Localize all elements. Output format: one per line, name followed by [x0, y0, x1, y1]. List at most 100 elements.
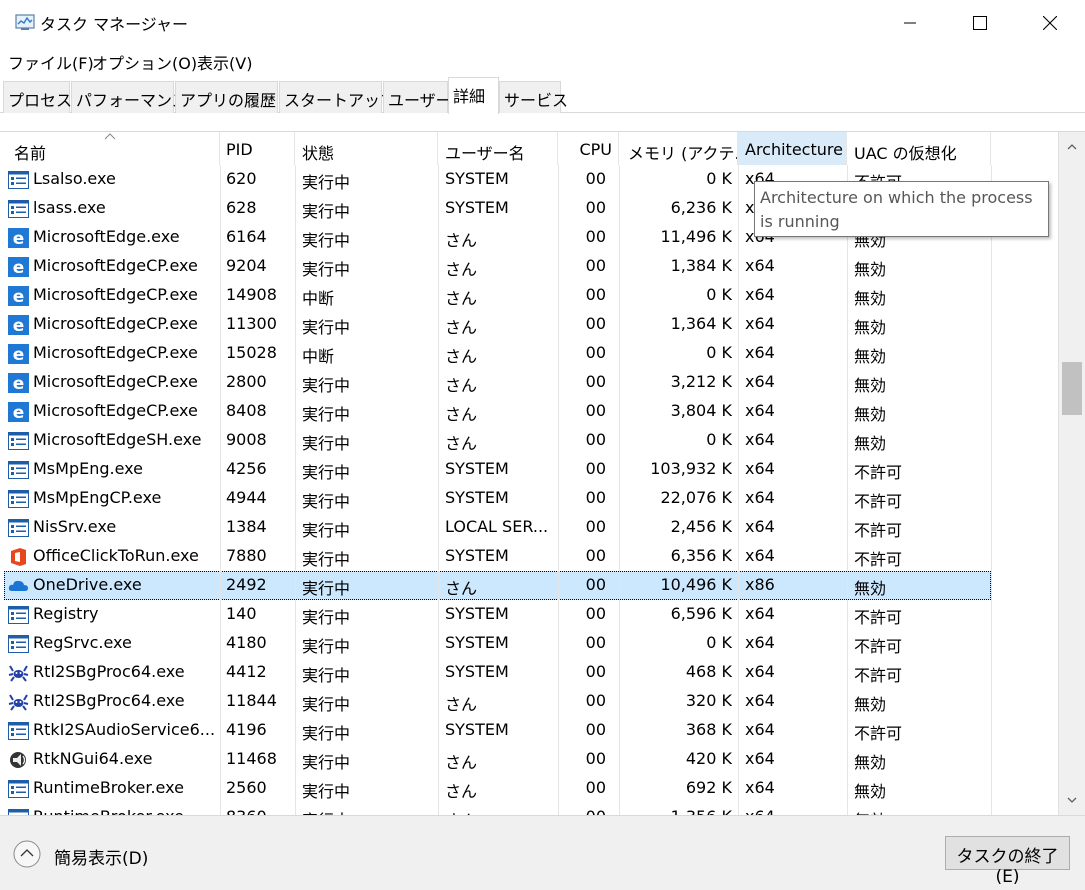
table-row[interactable]: e MicrosoftEdgeCP.exe 11300 実行中 さん 00 1,364 K x…	[0, 310, 1058, 339]
svg-text:e: e	[13, 316, 25, 335]
table-row[interactable]: OneDrive.exe 2492 実行中 さん 00 10,496 K x86 無効	[4, 571, 991, 600]
process-cpu: 00	[585, 198, 606, 217]
process-memory: 1,384 K	[670, 256, 732, 275]
end-task-button[interactable]: タスクの終了(E)	[945, 836, 1070, 887]
column-header-memory[interactable]: メモリ (アクテ...	[619, 132, 738, 165]
maximize-button[interactable]	[945, 0, 1015, 45]
menu-view[interactable]: 表示(V)	[197, 50, 252, 74]
process-state: 中断	[302, 347, 335, 366]
process-memory: 3,212 K	[670, 372, 732, 391]
table-row[interactable]: e MicrosoftEdgeCP.exe 9204 実行中 さん 00 1,384 K x6…	[0, 252, 1058, 281]
process-pid: 11468	[226, 749, 277, 768]
table-row[interactable]: RtkI2SAudioService6... 4196 実行中 SYSTEM 00 368…	[0, 716, 1058, 745]
process-architecture: x64	[745, 662, 775, 681]
table-row[interactable]: e MicrosoftEdgeCP.exe 14908 中断 さん 00 0 K x64 無効	[0, 281, 1058, 310]
column-header-name[interactable]: 名前	[0, 132, 220, 165]
process-memory: 320 K	[685, 691, 732, 710]
column-header-state[interactable]: 状態	[295, 132, 438, 165]
table-row[interactable]: MicrosoftEdgeSH.exe 9008 実行中 さん 00 0 K x64 無効	[0, 426, 1058, 455]
process-memory: 1,364 K	[670, 314, 732, 333]
close-icon	[1043, 15, 1057, 30]
tab-performance[interactable]: パフォーマンス	[71, 81, 188, 113]
process-cpu: 00	[585, 285, 606, 304]
scrollbar-thumb[interactable]	[1062, 362, 1082, 415]
process-user: さん	[445, 695, 478, 714]
edge-icon: e	[8, 315, 29, 335]
process-uac: 不許可	[854, 550, 903, 569]
column-header-architecture[interactable]: Architecture	[738, 132, 847, 165]
window-app-icon	[8, 722, 29, 740]
process-user: さん	[445, 260, 478, 279]
column-header-user[interactable]: ユーザー名	[438, 132, 558, 165]
process-memory: 692 K	[685, 778, 732, 797]
table-row[interactable]: Registry 140 実行中 SYSTEM 00 6,596 K x64 不許可	[0, 600, 1058, 629]
table-row[interactable]: RuntimeBroker.exe 8360 実行中 さん 00 1,356 K x64 無効	[0, 803, 1058, 815]
table-row[interactable]: e MicrosoftEdgeCP.exe 2800 実行中 さん 00 3,212 K x6…	[0, 368, 1058, 397]
column-header-cpu[interactable]: CPU	[558, 132, 619, 165]
process-uac: 無効	[854, 753, 887, 772]
process-state: 実行中	[302, 260, 351, 279]
process-user: さん	[445, 318, 478, 337]
maximize-icon	[973, 15, 987, 30]
edge-icon: e	[8, 344, 29, 364]
process-memory: 368 K	[685, 720, 732, 739]
table-row[interactable]: e MicrosoftEdgeCP.exe 8408 実行中 さん 00 3,804 K x6…	[0, 397, 1058, 426]
process-architecture: x86	[745, 575, 775, 594]
tab-processes[interactable]: プロセス	[3, 81, 72, 113]
column-divider	[558, 165, 559, 815]
process-cpu: 00	[585, 372, 606, 391]
table-row[interactable]: OfficeClickToRun.exe 7880 実行中 SYSTEM 00 6,356…	[0, 542, 1058, 571]
process-user: SYSTEM	[445, 546, 509, 565]
fewer-details-chevron-icon[interactable]	[12, 839, 42, 869]
window-app-icon	[8, 432, 29, 450]
process-pid: 8408	[226, 401, 267, 420]
tab-startup[interactable]: スタートアップ	[279, 81, 396, 113]
process-name: RuntimeBroker.exe	[33, 778, 184, 797]
process-name: MicrosoftEdgeCP.exe	[33, 256, 198, 275]
column-divider	[738, 165, 739, 815]
scroll-down-button[interactable]	[1059, 785, 1085, 815]
table-row[interactable]: NisSrv.exe 1384 実行中 LOCAL SER... 00 2,456 K x6…	[0, 513, 1058, 542]
minimize-button[interactable]	[875, 0, 945, 45]
scroll-up-button[interactable]	[1059, 132, 1085, 162]
tab-app-history[interactable]: アプリの履歴	[175, 81, 278, 113]
sort-ascending-icon	[104, 133, 116, 140]
menu-file[interactable]: ファイル(F)	[8, 50, 94, 74]
process-user: さん	[445, 289, 478, 308]
process-memory: 420 K	[685, 749, 732, 768]
process-cpu: 00	[585, 633, 606, 652]
process-memory: 468 K	[685, 662, 732, 681]
tab-users[interactable]: ユーザー	[383, 81, 452, 113]
process-pid: 15028	[226, 343, 277, 362]
close-button[interactable]	[1015, 0, 1085, 45]
fewer-details-link[interactable]: 簡易表示(D)	[54, 844, 148, 869]
table-row[interactable]: RegSrvc.exe 4180 実行中 SYSTEM 00 0 K x64 不許可	[0, 629, 1058, 658]
tab-details[interactable]: 詳細	[448, 77, 499, 114]
column-header-uac[interactable]: UAC の仮想化	[847, 132, 991, 165]
column-divider	[991, 165, 992, 815]
process-uac: 無効	[854, 434, 887, 453]
process-pid: 628	[226, 198, 257, 217]
table-row[interactable]: RtI2SBgProc64.exe 4412 実行中 SYSTEM 00 468 K x64…	[0, 658, 1058, 687]
svg-text:e: e	[13, 403, 25, 422]
process-pid: 620	[226, 169, 257, 188]
table-row[interactable]: MsMpEng.exe 4256 実行中 SYSTEM 00 103,932 K x64 不許…	[0, 455, 1058, 484]
process-cpu: 00	[585, 459, 606, 478]
table-row[interactable]: e MicrosoftEdgeCP.exe 15028 中断 さん 00 0 K x64 無効	[0, 339, 1058, 368]
window-app-icon	[8, 635, 29, 653]
column-header-pid[interactable]: PID	[220, 132, 295, 165]
table-row[interactable]: RuntimeBroker.exe 2560 実行中 さん 00 692 K x64 無効	[0, 774, 1058, 803]
process-cpu: 00	[585, 691, 606, 710]
menu-options[interactable]: オプション(O)	[92, 50, 197, 74]
process-memory: 3,804 K	[670, 401, 732, 420]
process-cpu: 00	[585, 604, 606, 623]
tab-services[interactable]: サービス	[499, 81, 568, 113]
table-row[interactable]: MsMpEngCP.exe 4944 実行中 SYSTEM 00 22,076 K x64 不…	[0, 484, 1058, 513]
table-row[interactable]: RtI2SBgProc64.exe 11844 実行中 さん 00 320 K x64 無効	[0, 687, 1058, 716]
process-cpu: 00	[585, 314, 606, 333]
table-row[interactable]: RtkNGui64.exe 11468 実行中 さん 00 420 K x64 無効	[0, 745, 1058, 774]
process-memory: 0 K	[706, 430, 732, 449]
process-uac: 不許可	[854, 521, 903, 540]
vertical-scrollbar[interactable]	[1058, 132, 1085, 815]
process-architecture: x64	[745, 517, 775, 536]
